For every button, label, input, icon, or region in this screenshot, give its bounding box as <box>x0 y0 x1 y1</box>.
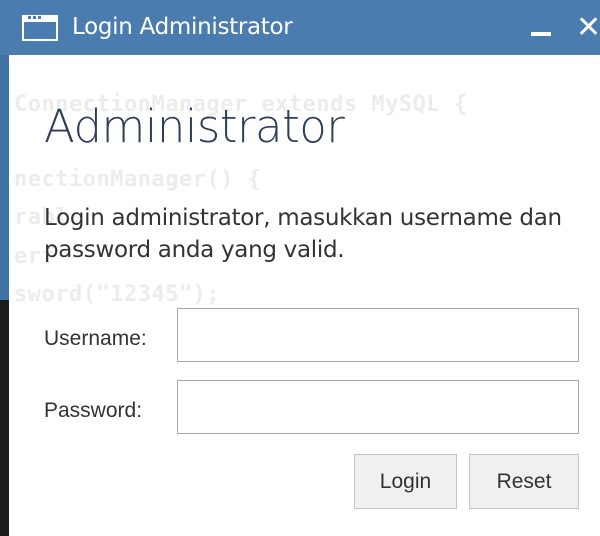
minimize-icon[interactable] <box>531 32 551 36</box>
background-code-line: sword("12345"); <box>14 282 221 307</box>
close-icon[interactable]: ✕ <box>576 8 600 48</box>
background-code-line: nectionManager() { <box>14 167 262 192</box>
username-input[interactable] <box>177 308 579 362</box>
login-button[interactable]: Login <box>354 454 457 509</box>
username-label: Username: <box>44 327 147 350</box>
password-input[interactable] <box>177 380 579 434</box>
password-label: Password: <box>44 399 143 422</box>
title-bar[interactable]: Login Administrator ✕ <box>0 0 600 55</box>
window-title: Login Administrator <box>72 14 293 40</box>
reset-button[interactable]: Reset <box>469 454 579 509</box>
window-icon <box>22 15 58 41</box>
login-description: Login administrator, masukkan username d… <box>44 205 562 263</box>
page-title: Administrator <box>44 100 345 153</box>
window-border <box>9 0 12 536</box>
